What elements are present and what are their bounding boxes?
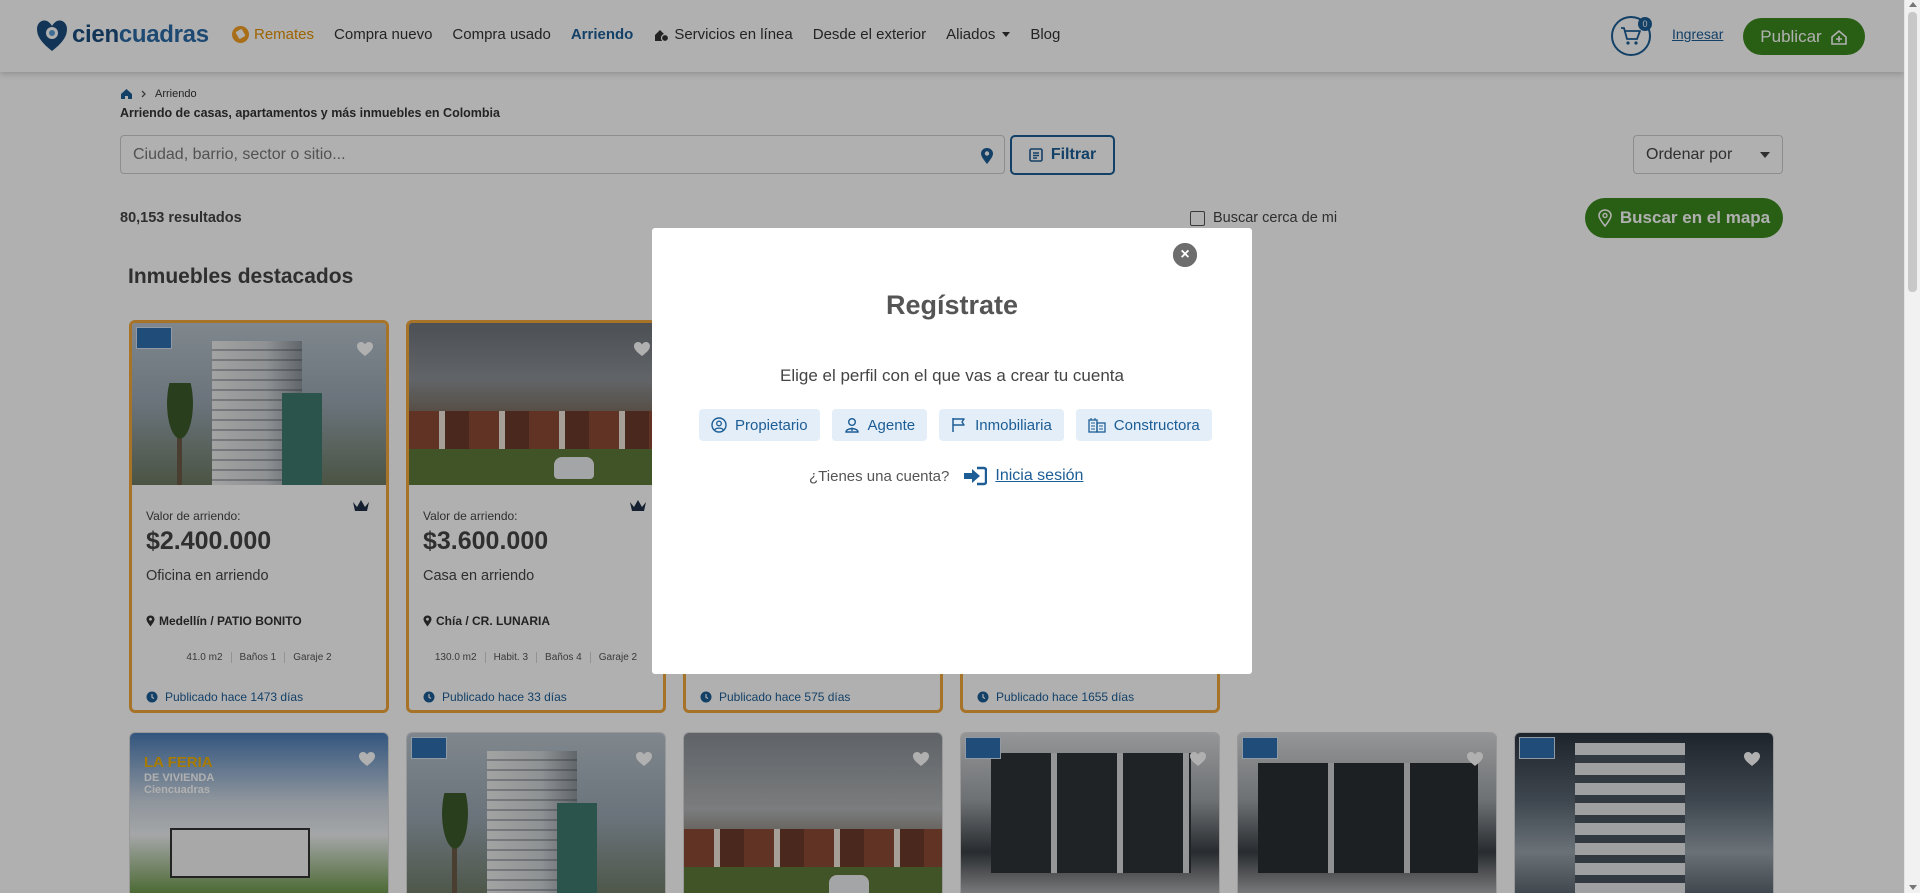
modal-subtitle: Elige el perfil con el que vas a crear t… [780, 366, 1124, 385]
user-circle-icon [711, 417, 727, 433]
profile-label: Propietario [735, 416, 808, 434]
flag-icon [952, 418, 965, 432]
profile-propietario-button[interactable]: Propietario [699, 409, 820, 441]
register-modal: × Regístrate Elige el perfil con el que … [652, 228, 1252, 674]
profile-label: Agente [867, 416, 916, 434]
login-row: ¿Tienes una cuenta? Inicia sesión [809, 466, 1083, 486]
have-account-text: ¿Tienes una cuenta? [809, 467, 950, 485]
sign-in-icon [964, 466, 988, 486]
profile-label: Constructora [1113, 416, 1200, 434]
profile-label: Inmobiliaria [975, 416, 1052, 434]
agent-icon [844, 418, 859, 433]
login-link[interactable]: Inicia sesión [963, 466, 1083, 486]
profile-constructora-button[interactable]: Constructora [1075, 409, 1212, 441]
profile-agente-button[interactable]: Agente [831, 409, 928, 441]
modal-title: Regístrate [885, 290, 1019, 320]
scroll-up-arrow-icon[interactable] [1909, 2, 1917, 7]
profile-inmobiliaria-button[interactable]: Inmobiliaria [939, 409, 1064, 441]
scrollbar-thumb[interactable] [1908, 12, 1917, 292]
login-link-label: Inicia sesión [995, 467, 1084, 484]
building-icon [1088, 418, 1106, 433]
close-icon[interactable]: × [1173, 243, 1197, 267]
page-scrollbar[interactable] [1904, 0, 1920, 893]
scroll-down-arrow-icon[interactable] [1909, 885, 1917, 890]
profile-options: Propietario Agente Inmobiliaria Construc… [699, 409, 1212, 441]
